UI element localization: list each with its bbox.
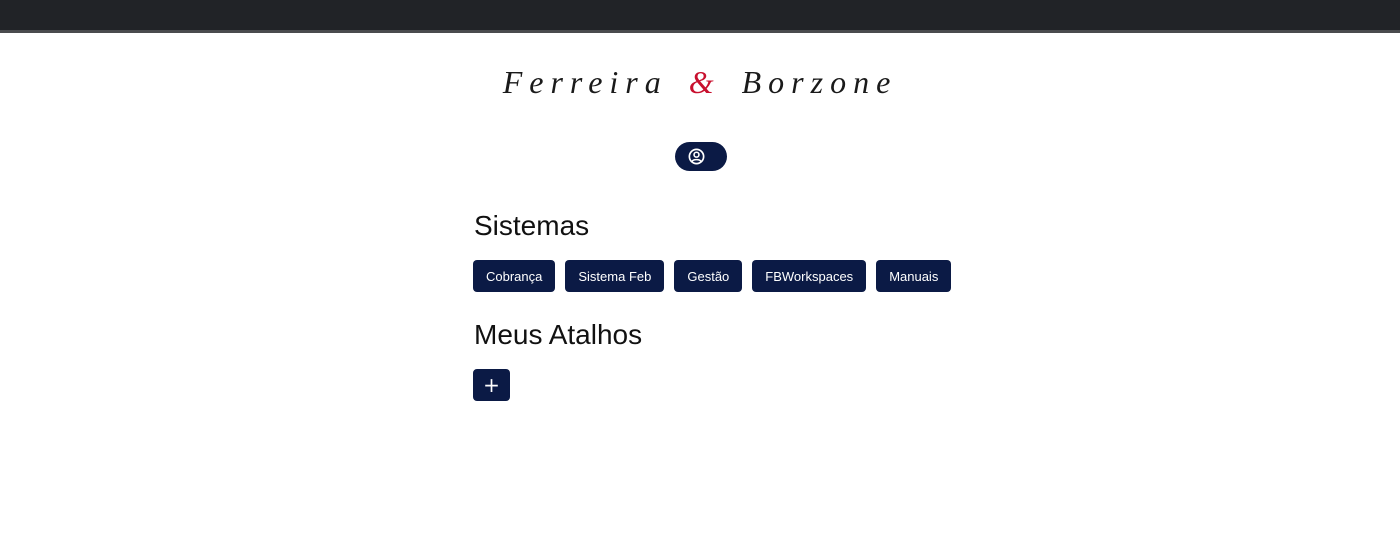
sistema-feb-button[interactable]: Sistema Feb <box>565 260 665 292</box>
add-shortcut-button[interactable]: + <box>473 369 510 401</box>
top-bar <box>0 0 1400 30</box>
gestao-button[interactable]: Gestão <box>674 260 743 292</box>
profile-button[interactable] <box>675 142 727 171</box>
sistemas-button-row: Cobrança Sistema Feb Gestão FBWorkspaces… <box>473 260 952 292</box>
sistemas-title: Sistemas <box>474 210 590 241</box>
fbworkspaces-button[interactable]: FBWorkspaces <box>752 260 867 292</box>
brand-first-name: Ferreira <box>502 64 668 100</box>
brand-second-name: Borzone <box>741 64 898 100</box>
meus-atalhos-title: Meus Atalhos <box>474 319 643 350</box>
cobranca-button[interactable]: Cobrança <box>473 260 556 292</box>
top-bar-divider <box>0 30 1400 33</box>
user-circle-icon <box>688 148 705 165</box>
brand-ampersand: & <box>688 64 721 100</box>
manuais-button[interactable]: Manuais <box>876 260 952 292</box>
brand-logo: Ferreira & Borzone <box>0 64 1400 101</box>
